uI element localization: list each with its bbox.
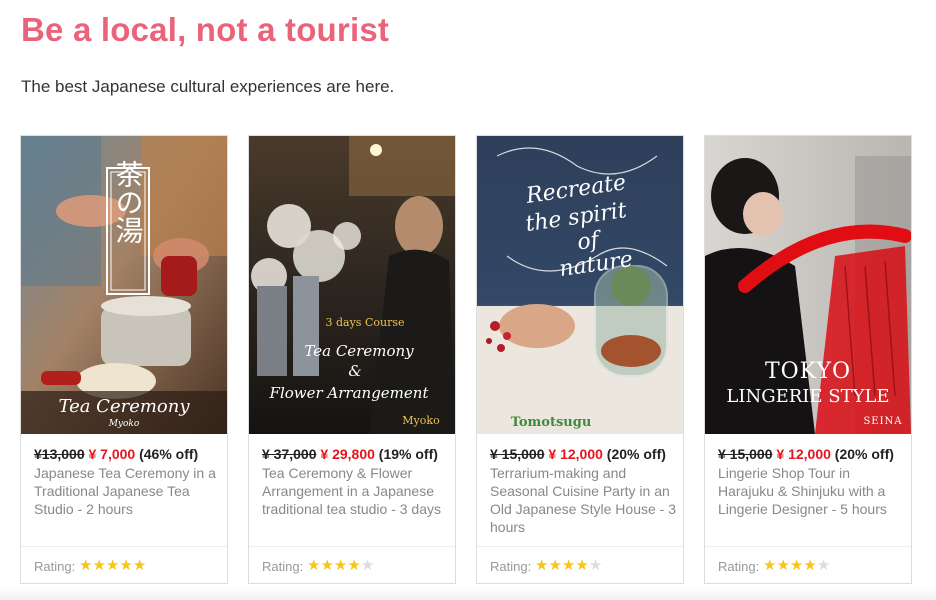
star-filled-icon: ★ — [119, 557, 133, 574]
rating-label: Rating: — [262, 559, 304, 574]
rating-row: Rating: ★★★★★ — [21, 546, 227, 585]
discount-label: (46% off) — [139, 446, 199, 462]
experience-card-tea-flower[interactable]: 3 days Course Tea Ceremony & Flower Arra… — [248, 135, 456, 584]
card-image-caption-1: TOKYO — [765, 359, 851, 384]
page: Be a local, not a tourist The best Japan… — [0, 0, 936, 600]
page-title: Be a local, not a tourist — [21, 11, 390, 48]
card-image-tea-flower[interactable]: 3 days Course Tea Ceremony & Flower Arra… — [249, 136, 455, 434]
star-rating: ★★★★★ — [79, 556, 146, 574]
card-image-caption-2: LINGERIE STYLE — [726, 386, 889, 407]
experience-card-tea-ceremony[interactable]: 茶の湯 Tea Ceremony Myoko ¥13,000 ¥ 7,000 (… — [20, 135, 228, 584]
page-bottom-shadow — [0, 588, 936, 600]
star-filled-icon: ★ — [561, 557, 576, 574]
star-filled-icon: ★ — [105, 557, 120, 574]
original-price: ¥13,000 — [34, 446, 85, 462]
star-filled-icon: ★ — [535, 557, 549, 574]
rating-label: Rating: — [490, 559, 532, 574]
price-line: ¥ 15,000 ¥ 12,000 (20% off) — [490, 446, 666, 462]
star-filled-icon: ★ — [320, 557, 334, 574]
rating-row: Rating: ★★★★★ — [705, 546, 911, 585]
card-image-host: Tomotsugu — [511, 415, 592, 430]
sale-price: ¥ 12,000 — [548, 446, 603, 462]
star-rating: ★★★★★ — [535, 556, 602, 574]
experience-description[interactable]: Lingerie Shop Tour in Harajuku & Shinjuk… — [718, 464, 904, 518]
card-image-caption-2: & — [348, 362, 361, 380]
card-image-host: Myoko — [402, 414, 440, 427]
star-filled-icon: ★ — [776, 557, 790, 574]
experience-card-terrarium[interactable]: Recreate the spirit of nature Tomotsugu … — [476, 135, 684, 584]
original-price: ¥ 15,000 — [490, 446, 545, 462]
card-image-tag: 3 days Course — [326, 316, 405, 329]
experience-description[interactable]: Terrarium-making and Seasonal Cuisine Pa… — [490, 464, 676, 536]
star-filled-icon: ★ — [79, 557, 93, 574]
card-image-terrarium[interactable]: Recreate the spirit of nature Tomotsugu — [477, 136, 683, 434]
card-image-kanji: 茶の湯 — [112, 160, 145, 244]
star-empty-icon: ★ — [588, 557, 603, 574]
star-rating: ★★★★★ — [763, 556, 830, 574]
price-line: ¥13,000 ¥ 7,000 (46% off) — [34, 446, 198, 462]
sale-price: ¥ 29,800 — [320, 446, 375, 462]
card-image-caption: Tea Ceremony — [58, 396, 190, 417]
rating-row: Rating: ★★★★★ — [249, 546, 455, 585]
star-empty-icon: ★ — [360, 557, 375, 574]
discount-label: (20% off) — [834, 446, 894, 462]
rating-label: Rating: — [718, 559, 760, 574]
sale-price: ¥ 7,000 — [88, 446, 136, 462]
original-price: ¥ 15,000 — [718, 446, 773, 462]
experience-card-list: 茶の湯 Tea Ceremony Myoko ¥13,000 ¥ 7,000 (… — [0, 135, 936, 595]
star-filled-icon: ★ — [347, 557, 361, 574]
sale-price: ¥ 12,000 — [776, 446, 831, 462]
card-image-caption-3: Flower Arrangement — [269, 384, 430, 402]
star-filled-icon: ★ — [789, 557, 804, 574]
star-filled-icon: ★ — [803, 557, 817, 574]
page-subtitle: The best Japanese cultural experiences a… — [21, 77, 395, 96]
price-line: ¥ 15,000 ¥ 12,000 (20% off) — [718, 446, 894, 462]
card-image-host: SEINA — [863, 416, 902, 427]
rating-row: Rating: ★★★★★ — [477, 546, 683, 585]
star-filled-icon: ★ — [307, 557, 321, 574]
star-filled-icon: ★ — [92, 557, 106, 574]
price-line: ¥ 37,000 ¥ 29,800 (19% off) — [262, 446, 438, 462]
star-filled-icon: ★ — [132, 557, 147, 574]
star-filled-icon: ★ — [333, 557, 348, 574]
card-image-lingerie[interactable]: TOKYO LINGERIE STYLE SEINA — [705, 136, 911, 434]
experience-card-lingerie[interactable]: TOKYO LINGERIE STYLE SEINA ¥ 15,000 ¥ 12… — [704, 135, 912, 584]
discount-label: (19% off) — [378, 446, 438, 462]
star-filled-icon: ★ — [548, 557, 562, 574]
original-price: ¥ 37,000 — [262, 446, 317, 462]
experience-description[interactable]: Tea Ceremony & Flower Arrangement in a J… — [262, 464, 448, 518]
discount-label: (20% off) — [606, 446, 666, 462]
rating-label: Rating: — [34, 559, 76, 574]
card-image-caption-1: Tea Ceremony — [304, 342, 414, 360]
card-image-host: Myoko — [108, 419, 140, 429]
star-empty-icon: ★ — [816, 557, 831, 574]
experience-description[interactable]: Japanese Tea Ceremony in a Traditional J… — [34, 464, 220, 518]
star-filled-icon: ★ — [575, 557, 589, 574]
star-rating: ★★★★★ — [307, 556, 374, 574]
card-image-tea-ceremony[interactable]: 茶の湯 Tea Ceremony Myoko — [21, 136, 227, 434]
star-filled-icon: ★ — [763, 557, 777, 574]
